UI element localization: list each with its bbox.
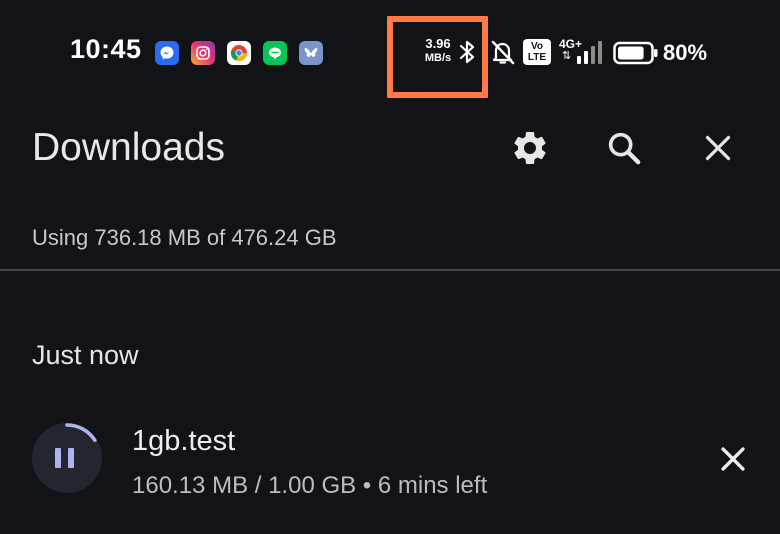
battery-percent: 80% <box>663 40 708 65</box>
bluetooth-icon <box>456 38 478 71</box>
pause-download-button[interactable] <box>32 423 102 493</box>
close-button[interactable] <box>696 126 740 170</box>
pause-icon <box>55 448 74 468</box>
download-list-item[interactable]: 1gb.test 160.13 MB / 1.00 GB • 6 mins le… <box>0 400 780 520</box>
network-activity-arrows: ⇅ <box>562 50 572 62</box>
bluesky-icon <box>299 41 323 65</box>
battery-icon <box>613 40 659 71</box>
instagram-icon <box>191 41 215 65</box>
line-icon <box>263 41 287 65</box>
close-icon <box>705 135 731 161</box>
gear-icon <box>514 131 546 164</box>
volte-icon: Vo LTE <box>523 39 551 65</box>
status-bar: 10:45 3.96 MB/s Vo LTE 4G+ ⇅ 80% <box>0 0 780 100</box>
bell-off-icon <box>489 38 517 71</box>
search-button[interactable] <box>602 126 646 170</box>
chrome-icon <box>227 41 251 65</box>
status-time: 10:45 <box>70 34 142 64</box>
settings-button[interactable] <box>508 126 552 170</box>
download-progress-ring <box>65 423 97 443</box>
notification-app-icons <box>155 41 323 65</box>
download-file-name: 1gb.test <box>132 425 236 457</box>
signal-strength-icon <box>575 40 605 71</box>
volte-bottom: LTE <box>527 52 547 63</box>
storage-usage-text: Using 736.18 MB of 476.24 GB <box>32 225 337 250</box>
download-progress-text: 160.13 MB / 1.00 GB • 6 mins left <box>132 472 488 499</box>
search-icon <box>608 132 641 165</box>
divider <box>0 269 780 271</box>
cancel-download-button[interactable] <box>712 438 754 480</box>
messenger-icon <box>155 41 179 65</box>
page-title: Downloads <box>32 126 225 169</box>
close-icon <box>721 447 745 471</box>
volte-top: Vo <box>530 41 544 52</box>
screen: 10:45 3.96 MB/s Vo LTE 4G+ ⇅ 80% Downloa… <box>0 0 780 534</box>
section-label-just-now: Just now <box>32 340 139 370</box>
